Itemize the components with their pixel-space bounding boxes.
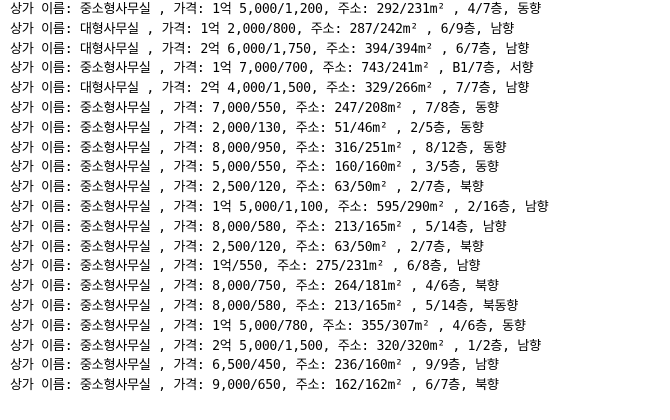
listing-line: 상가 이름: 중소형사무실 , 가격: 2,500/120, 주소: 63/50… — [10, 180, 484, 196]
listing-line: 상가 이름: 중소형사무실 , 가격: 1억 7,000/700, 주소: 74… — [10, 61, 534, 77]
listing-line: 상가 이름: 중소형사무실 , 가격: 5,000/550, 주소: 160/1… — [10, 160, 499, 176]
listing-line: 상가 이름: 중소형사무실 , 가격: 1억 5,000/1,200, 주소: … — [10, 2, 541, 17]
listing-line: 상가 이름: 중소형사무실 , 가격: 8,000/580, 주소: 213/1… — [10, 219, 507, 235]
listing-line: 상가 이름: 중소형사무실 , 가격: 1억/550, 주소: 275/231m… — [10, 259, 481, 275]
listing-line: 상가 이름: 중소형사무실 , 가격: 1억 5,000/780, 주소: 35… — [10, 318, 526, 334]
listing-line: 상가 이름: 중소형사무실 , 가격: 1억 5,000/1,100, 주소: … — [10, 199, 549, 215]
listing-line: 상가 이름: 대형사무실 , 가격: 1억 2,000/800, 주소: 287… — [10, 21, 514, 37]
listing-line: 상가 이름: 중소형사무실 , 가격: 8,000/950, 주소: 316/2… — [10, 140, 507, 156]
listing-line: 상가 이름: 대형사무실 , 가격: 2억 4,000/1,500, 주소: 3… — [10, 81, 530, 97]
listing-output: 상가 이름: 중소형사무실 , 가격: 1억 5,000/1,200, 주소: … — [0, 0, 670, 420]
listing-line: 상가 이름: 중소형사무실 , 가격: 7,000/550, 주소: 247/2… — [10, 100, 499, 116]
listing-line: 상가 이름: 중소형사무실 , 가격: 2억 5,000/1,500, 주소: … — [10, 338, 541, 354]
listing-line: 상가 이름: 중소형사무실 , 가격: 8,000/580, 주소: 213/1… — [10, 298, 519, 314]
listing-line: 상가 이름: 중소형사무실 , 가격: 9,000/650, 주소: 162/1… — [10, 378, 499, 394]
listing-line: 상가 이름: 중소형사무실 , 가격: 2,500/120, 주소: 63/50… — [10, 239, 484, 255]
listing-line: 상가 이름: 대형사무실 , 가격: 2억 6,000/1,750, 주소: 3… — [10, 41, 530, 57]
listing-line: 상가 이름: 중소형사무실 , 가격: 8,000/750, 주소: 264/1… — [10, 279, 499, 295]
listing-line: 상가 이름: 중소형사무실 , 가격: 2,000/130, 주소: 51/46… — [10, 120, 484, 136]
listing-line: 상가 이름: 중소형사무실 , 가격: 6,500/450, 주소: 236/1… — [10, 358, 499, 374]
